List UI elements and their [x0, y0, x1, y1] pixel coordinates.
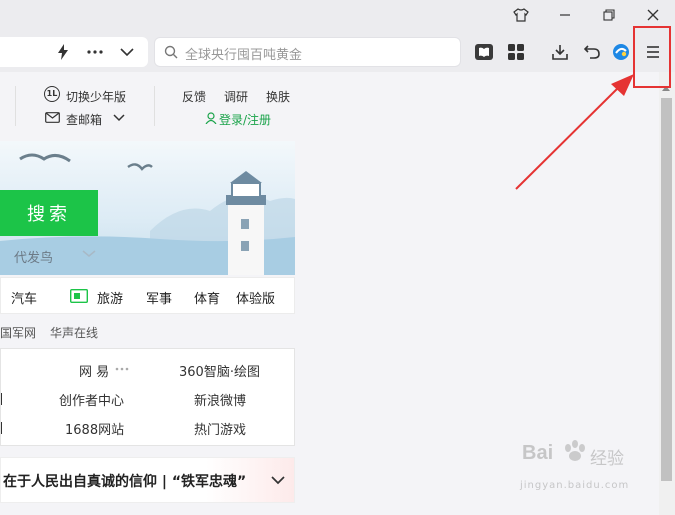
annotation-arrow	[515, 74, 634, 190]
category-auto[interactable]: 汽车	[11, 288, 37, 307]
baidu-watermark: Bai 经验 jingyan.baidu.com	[520, 440, 660, 500]
kids-mode-icon: 1L	[44, 86, 60, 102]
scrollbar-thumb[interactable]	[661, 98, 672, 481]
category-travel[interactable]: 旅游	[97, 288, 123, 307]
site-grid: 网 易 360智脑·绘图 创作者中心 新浪微博 1688网站 热门游戏	[0, 348, 295, 446]
search-icon	[164, 45, 178, 59]
grid-item-edge	[1, 393, 5, 405]
grid-item[interactable]: 创作者中心	[59, 390, 124, 409]
travel-icon	[70, 289, 88, 303]
mail-icon	[45, 112, 60, 123]
apps-grid-icon[interactable]	[502, 38, 530, 66]
grid-item[interactable]: 1688网站	[65, 419, 124, 438]
chevron-down-icon[interactable]	[113, 38, 141, 66]
search-button[interactable]: 搜索	[0, 190, 98, 236]
grid-item[interactable]: 网 易	[79, 361, 109, 380]
category-beta[interactable]: 体验版	[236, 288, 275, 307]
browser-logo-icon[interactable]	[607, 38, 635, 66]
mail-link[interactable]: 查邮箱	[66, 111, 102, 128]
news-strip[interactable]: 在于人民出自真诚的信仰 | “铁军忠魂”	[0, 457, 295, 503]
reading-mode-icon[interactable]	[470, 38, 498, 66]
title-bar	[0, 0, 675, 30]
login-link[interactable]: 登录/注册	[219, 111, 271, 128]
restore-icon[interactable]	[587, 0, 631, 30]
grid-item[interactable]: 360智脑·绘图	[179, 361, 260, 380]
category-military[interactable]: 军事	[146, 288, 172, 307]
site-link[interactable]: 国军网	[0, 324, 36, 341]
more-icon[interactable]	[115, 367, 129, 371]
skin-link[interactable]: 换肤	[266, 88, 290, 105]
skin-icon[interactable]	[499, 0, 543, 30]
user-icon	[205, 112, 217, 124]
minimize-icon[interactable]	[543, 0, 587, 30]
chevron-down-icon[interactable]	[113, 114, 125, 122]
chevron-down-icon[interactable]	[271, 476, 285, 485]
category-sports[interactable]: 体育	[194, 288, 220, 307]
paw-icon	[565, 440, 585, 461]
watermark-brand: Bai	[522, 442, 554, 464]
kids-mode-link[interactable]: 切换少年版	[66, 88, 126, 105]
divider	[15, 86, 16, 126]
grid-item[interactable]: 热门游戏	[194, 419, 246, 438]
undo-icon[interactable]	[578, 38, 606, 66]
divider	[154, 86, 155, 126]
category-bar: 汽车 旅游 军事 体育 体验版	[0, 277, 295, 314]
chevron-down-icon[interactable]	[82, 250, 96, 258]
survey-link[interactable]: 调研	[224, 88, 248, 105]
site-link[interactable]: 华声在线	[50, 324, 98, 341]
download-icon[interactable]	[546, 38, 574, 66]
search-input[interactable]: 全球央行囤百吨黄金	[154, 37, 461, 67]
grid-item-edge	[1, 422, 5, 434]
feedback-link[interactable]: 反馈	[182, 88, 206, 105]
search-placeholder: 全球央行囤百吨黄金	[185, 48, 303, 63]
watermark-brand-cn: 经验	[590, 449, 624, 469]
annotation-highlight-box	[633, 26, 671, 88]
lightning-icon[interactable]	[49, 38, 77, 66]
more-icon[interactable]	[81, 38, 109, 66]
grid-item[interactable]: 新浪微博	[194, 390, 246, 409]
news-headline[interactable]: 在于人民出自真诚的信仰 | “铁军忠魂”	[3, 471, 246, 491]
search-hint[interactable]: 代发鸟	[14, 247, 53, 266]
watermark-url: jingyan.baidu.com	[520, 480, 630, 491]
